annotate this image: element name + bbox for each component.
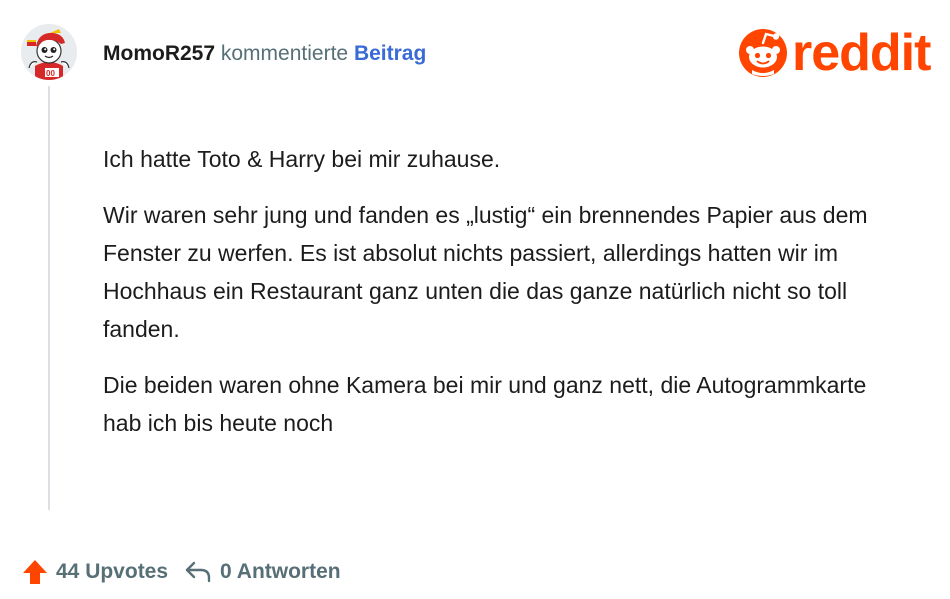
thread-line bbox=[48, 86, 50, 510]
comment-paragraph: Die beiden waren ohne Kamera bei mir und… bbox=[103, 372, 867, 436]
reply-arrow-icon bbox=[185, 561, 211, 583]
replies-button[interactable]: 0 Antworten bbox=[184, 560, 341, 584]
user-avatar[interactable]: 00 bbox=[21, 24, 77, 80]
comment-body: Ich hatte Toto & Harry bei mir zuhause. … bbox=[103, 140, 903, 460]
comment-paragraph: Ich hatte Toto & Harry bei mir zuhause. bbox=[103, 146, 501, 172]
comment-footer: 44 Upvotes 0 Antworten bbox=[22, 556, 341, 588]
reddit-wordmark: reddit bbox=[792, 24, 931, 82]
upvote-arrow-icon bbox=[23, 560, 47, 584]
username-link[interactable]: MomoR257 bbox=[103, 42, 215, 65]
upvote-count: 44 Upvotes bbox=[56, 560, 169, 583]
comment-header: MomoR257 kommentierte Beitrag bbox=[103, 40, 426, 68]
reply-count: 0 Antworten bbox=[220, 560, 341, 583]
reddit-alien-icon bbox=[739, 29, 787, 77]
avatar-image: 00 bbox=[21, 24, 77, 80]
reddit-logo: reddit bbox=[738, 24, 931, 82]
comment-action-text: kommentierte bbox=[220, 42, 349, 65]
post-link[interactable]: Beitrag bbox=[354, 42, 426, 65]
upvote-button[interactable]: 44 Upvotes bbox=[22, 559, 168, 585]
comment-paragraph: Wir waren sehr jung und fanden es „lusti… bbox=[103, 202, 868, 342]
svg-text:00: 00 bbox=[46, 69, 55, 78]
